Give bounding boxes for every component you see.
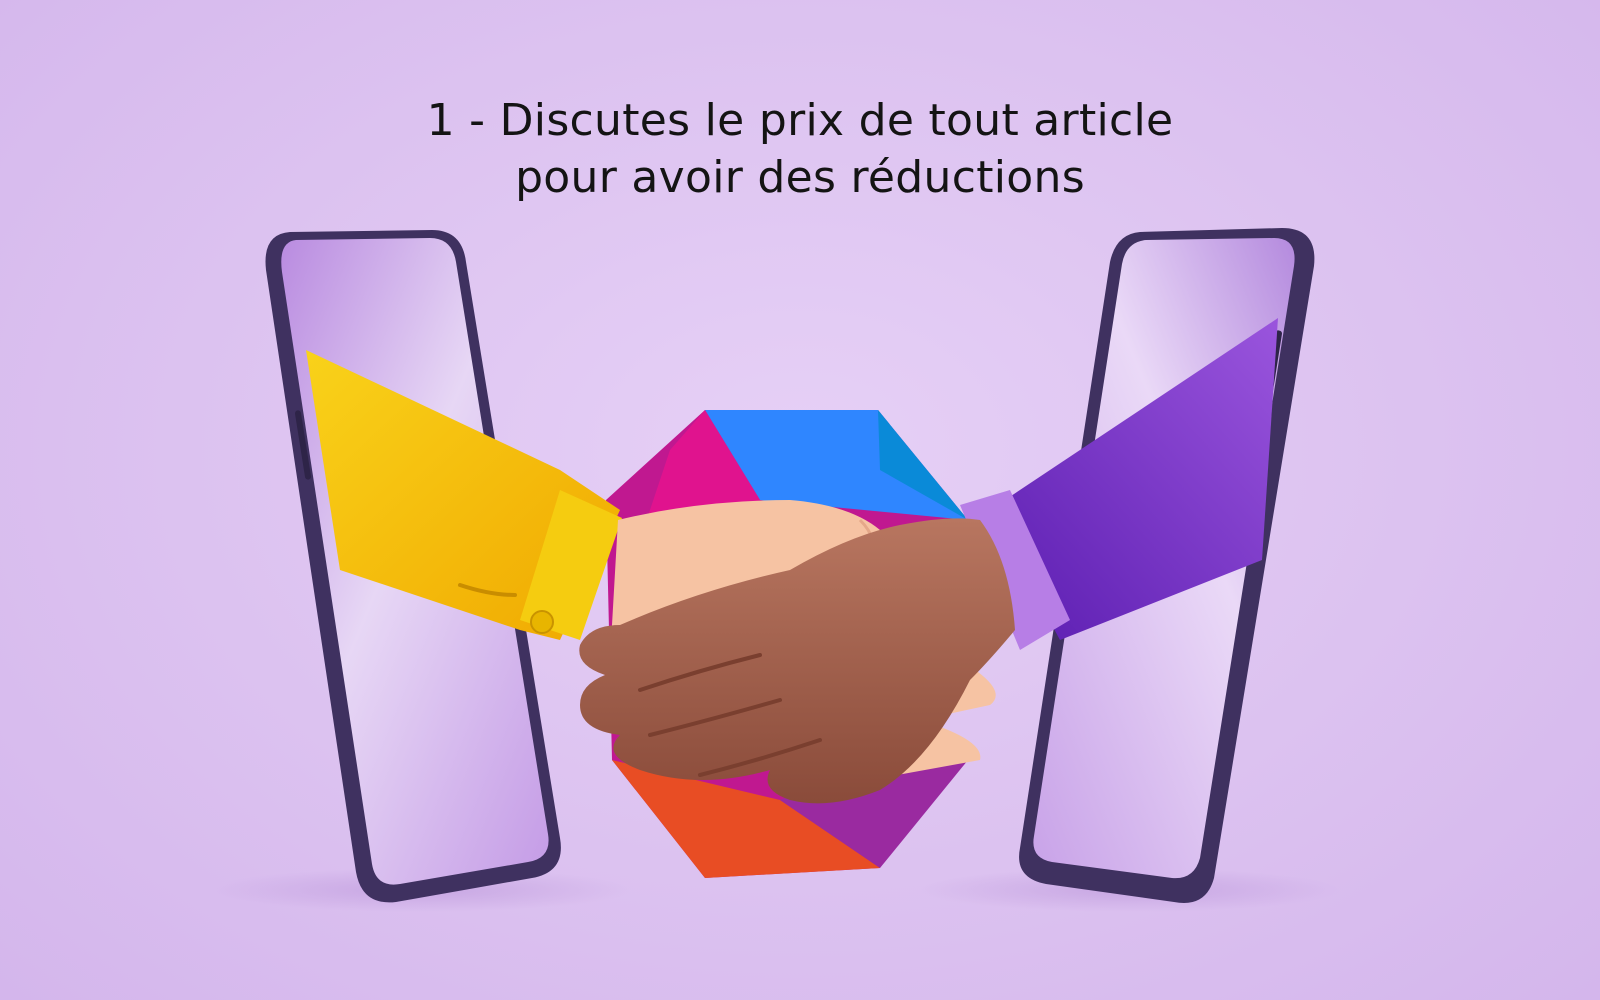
handshake-illustration xyxy=(210,228,1340,912)
illustration-stage: 1 - Discutes le prix de tout article pou… xyxy=(0,0,1600,1000)
